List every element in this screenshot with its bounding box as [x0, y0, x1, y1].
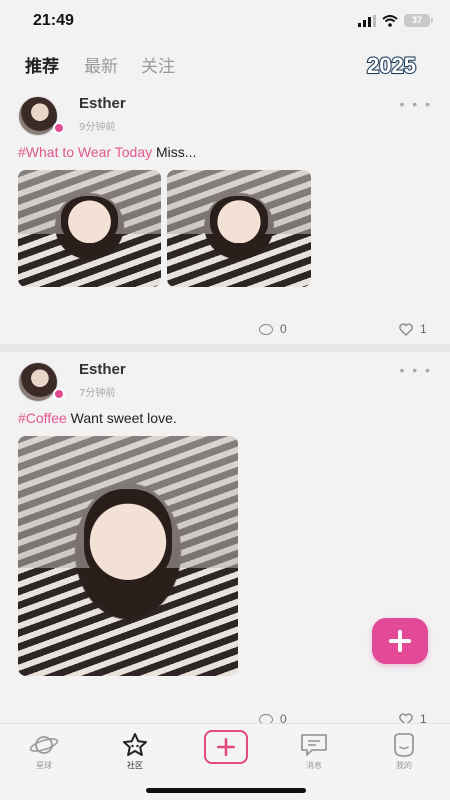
post-text: #Coffee Want sweet love. — [18, 410, 177, 426]
nav-item-messages[interactable]: 消息 — [286, 732, 342, 771]
heart-icon — [399, 322, 413, 336]
hashtag-link[interactable]: #Coffee — [18, 410, 67, 426]
year-badge: 2025 — [366, 52, 417, 79]
post-photo[interactable] — [167, 170, 311, 287]
nav-label: 消息 — [306, 761, 322, 770]
tab-recommend[interactable]: 推荐 — [25, 52, 59, 77]
nav-label: 我的 — [396, 761, 412, 770]
avatar[interactable] — [18, 362, 58, 402]
like-count: 1 — [420, 322, 427, 336]
nav-item-community[interactable]: 社区 — [107, 732, 163, 771]
tab-latest[interactable]: 最新 — [84, 52, 118, 77]
author-name[interactable]: Esther — [79, 361, 126, 378]
comment-icon — [259, 323, 273, 335]
post-stats: 0 1 — [0, 322, 450, 340]
message-icon — [301, 734, 327, 756]
comment-count: 0 — [280, 322, 287, 336]
post-card[interactable]: Esther 7分钟前 • • • #Coffee Want sweet lov… — [0, 352, 450, 726]
home-indicator[interactable] — [146, 788, 306, 793]
more-options-icon[interactable]: • • • — [400, 362, 432, 378]
plus-box-icon — [217, 738, 235, 756]
avatar[interactable] — [18, 96, 58, 136]
create-post-fab[interactable] — [372, 618, 428, 664]
post-body: Miss... — [152, 144, 197, 160]
post-card[interactable]: Esther 9分钟前 • • • #What to Wear Today Mi… — [0, 86, 450, 344]
post-box — [204, 730, 248, 764]
post-time: 7分钟前 — [79, 388, 116, 399]
nav-label: 星球 — [36, 761, 52, 770]
nav-item-mine[interactable]: 我的 — [376, 732, 432, 771]
post-time: 9分钟前 — [79, 122, 116, 133]
post-photo[interactable] — [18, 170, 161, 287]
post-divider — [0, 344, 450, 352]
plus-icon — [389, 630, 411, 652]
post-body: Want sweet love. — [66, 410, 177, 426]
hashtag-link[interactable]: #What to Wear Today — [18, 144, 152, 160]
planet-icon — [29, 736, 59, 754]
nav-item-post[interactable] — [198, 730, 254, 766]
nav-item-planet[interactable]: 星球 — [16, 732, 72, 771]
more-options-icon[interactable]: • • • — [400, 96, 432, 112]
status-bar: 21:49 37 — [0, 0, 450, 44]
avatar-badge — [53, 122, 65, 134]
avatar-badge — [53, 388, 65, 400]
tab-follow[interactable]: 关注 — [141, 52, 175, 77]
battery-indicator: 37 — [404, 14, 433, 27]
top-tab-bar: 推荐 最新 关注 2025 — [0, 44, 450, 84]
comment-button[interactable]: 0 — [259, 322, 287, 336]
like-button[interactable]: 1 — [399, 322, 427, 336]
author-name[interactable]: Esther — [79, 95, 126, 112]
post-text: #What to Wear Today Miss... — [18, 144, 196, 160]
profile-face-icon — [394, 733, 414, 757]
status-time: 21:49 — [33, 12, 74, 29]
signal-icon — [358, 14, 376, 27]
wifi-icon — [382, 14, 398, 27]
status-icons: 37 — [358, 14, 433, 27]
post-photo[interactable] — [18, 436, 238, 676]
nav-label: 社区 — [127, 761, 143, 770]
star-icon — [123, 733, 147, 756]
